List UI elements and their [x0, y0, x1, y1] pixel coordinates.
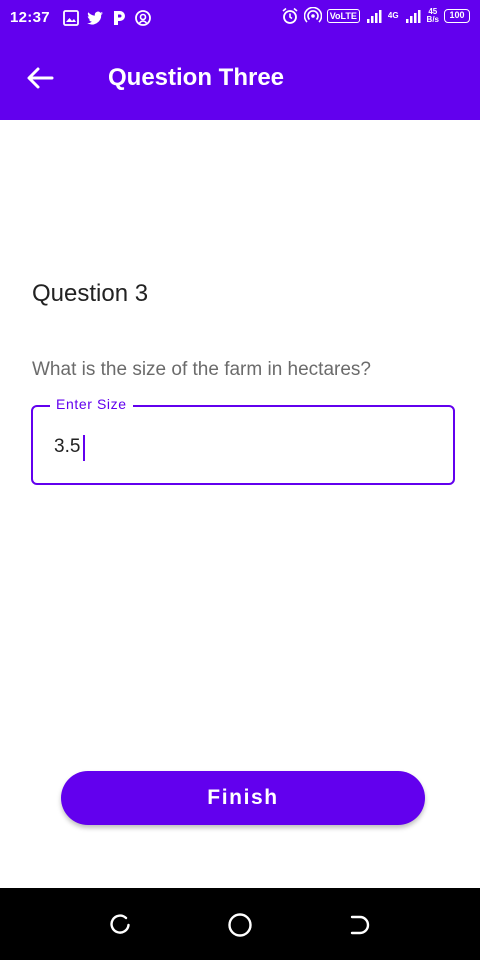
question-heading: Question 3	[32, 280, 149, 307]
gallery-icon	[63, 10, 79, 26]
question-text: What is the size of the farm in hectares…	[32, 359, 371, 380]
battery-indicator: 100	[444, 9, 470, 23]
signal-app-icon	[135, 10, 151, 26]
back-icon	[350, 915, 370, 935]
size-input-field[interactable]: Enter Size	[31, 396, 455, 485]
home-icon	[228, 913, 252, 937]
nav-back-button[interactable]	[345, 910, 375, 940]
home-button[interactable]	[225, 910, 255, 940]
recents-icon	[110, 914, 130, 934]
alarm-icon	[282, 7, 298, 24]
app-bar: Question Three	[0, 36, 480, 120]
paytm-icon	[114, 11, 125, 25]
finish-button[interactable]: Finish	[61, 771, 425, 825]
text-cursor	[83, 435, 85, 461]
recents-button[interactable]	[105, 910, 135, 940]
arrow-back-icon	[27, 67, 54, 89]
data-speed: 45 B/s	[427, 8, 439, 24]
network-type: 4G	[387, 11, 399, 20]
status-left-icons	[62, 9, 152, 27]
twitter-icon	[87, 11, 103, 25]
hotspot-icon	[303, 7, 322, 23]
size-input-label: Enter Size	[50, 396, 133, 412]
data-speed-unit: B/s	[426, 15, 439, 24]
back-button[interactable]	[20, 58, 60, 98]
status-right-icons: VoLTE 4G 45 B/s 100	[281, 7, 470, 25]
size-input[interactable]	[54, 433, 434, 461]
page-title: Question Three	[108, 64, 285, 91]
volte-badge: VoLTE	[326, 9, 360, 23]
status-bar: 12:37 VoLTE 4G 45 B/s 100	[0, 0, 480, 36]
signal-strength-2-icon	[405, 10, 421, 23]
navigation-bar	[0, 888, 480, 960]
signal-strength-icon	[366, 10, 382, 23]
status-time: 12:37	[10, 9, 50, 26]
